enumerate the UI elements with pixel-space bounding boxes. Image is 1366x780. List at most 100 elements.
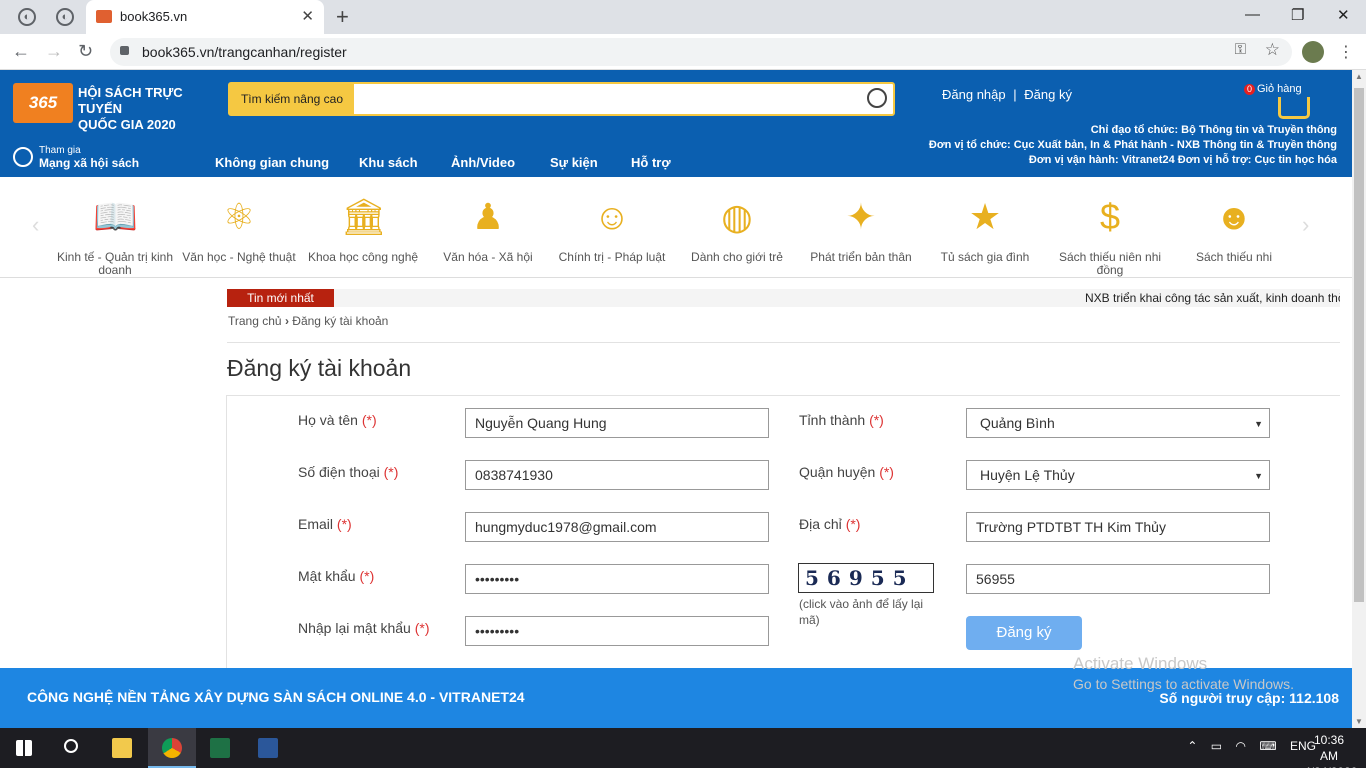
address-label: Địa chỉ (*) bbox=[799, 516, 861, 532]
category-culture[interactable]: ♟ Văn hóa - Xã hội bbox=[426, 195, 550, 264]
star-icon: ★ bbox=[968, 196, 1002, 237]
close-window-icon[interactable]: ✕ bbox=[1337, 6, 1350, 24]
globe-book-icon: ◍ bbox=[721, 196, 753, 237]
carousel-next-icon[interactable]: › bbox=[1302, 212, 1309, 238]
login-link[interactable]: Đăng nhập bbox=[942, 87, 1006, 102]
chevron-up-icon[interactable]: ⌃ bbox=[1187, 739, 1197, 753]
activate-windows-watermark: Activate Windows Go to Settings to activ… bbox=[1073, 654, 1294, 694]
close-tab-icon[interactable]: ✕ bbox=[301, 7, 314, 25]
scroll-thumb[interactable] bbox=[1354, 88, 1364, 602]
fullname-label: Họ và tên (*) bbox=[298, 412, 377, 428]
globe-icon bbox=[13, 147, 33, 167]
start-button[interactable] bbox=[0, 728, 48, 768]
captcha-input[interactable]: 56955 bbox=[966, 564, 1270, 594]
scroll-up-icon[interactable]: ▲ bbox=[1355, 72, 1363, 81]
confirm-password-input[interactable]: ••••••••• bbox=[465, 616, 769, 646]
category-family[interactable]: ★ Tủ sách gia đình bbox=[923, 195, 1047, 264]
key-icon[interactable]: ⚿ bbox=[1235, 41, 1246, 58]
browser-tab-bar: ◐ ◐ book365.vn ✕ + — ❐ ✕ bbox=[0, 0, 1366, 34]
new-tab-button[interactable]: + bbox=[336, 4, 349, 30]
footer-text: CÔNG NGHỆ NỀN TẢNG XÂY DỰNG SÀN SÁCH ONL… bbox=[27, 689, 525, 705]
taskbar-clock[interactable]: 10:36 AM 4/24/2020 bbox=[1304, 732, 1358, 780]
windows-logo-icon bbox=[16, 740, 32, 756]
chrome-taskbar-button[interactable] bbox=[148, 728, 196, 768]
org-line: Đơn vị vận hành: Vitranet24 Đơn vị hỗ tr… bbox=[1028, 154, 1337, 166]
book-favicon-icon bbox=[96, 10, 112, 23]
url-input[interactable]: book365.vn/trangcanhan/register ⚿ ☆ bbox=[110, 38, 1292, 66]
category-science[interactable]: 🏛 Khoa học công nghệ bbox=[301, 195, 425, 264]
register-link[interactable]: Đăng ký bbox=[1024, 87, 1072, 102]
bookmark-star-icon[interactable]: ☆ bbox=[1265, 40, 1280, 60]
register-submit-button[interactable]: Đăng ký bbox=[966, 616, 1082, 650]
browser-tab[interactable]: book365.vn ✕ bbox=[86, 0, 324, 34]
category-politics[interactable]: ☺ Chính trị - Pháp luật bbox=[550, 195, 674, 264]
breadcrumb-home[interactable]: Trang chủ bbox=[228, 314, 282, 328]
password-label: Mật khẩu (*) bbox=[298, 568, 375, 584]
file-explorer-button[interactable] bbox=[98, 728, 146, 768]
cart-button[interactable]: 0 Giỏ hàng bbox=[1244, 83, 1310, 119]
word-taskbar-button[interactable] bbox=[244, 728, 292, 768]
advanced-search-button[interactable]: Tìm kiếm nâng cao bbox=[230, 84, 354, 114]
category-teen[interactable]: $ Sách thiếu niên nhi đồng bbox=[1048, 195, 1172, 277]
globe-icon[interactable]: ◐ bbox=[18, 8, 36, 26]
category-label: Sách thiếu nhi bbox=[1195, 250, 1273, 264]
globe-icon[interactable]: ◐ bbox=[56, 8, 74, 26]
mask-icon: ☻ bbox=[1215, 196, 1253, 237]
cart-label: Giỏ hàng bbox=[1257, 83, 1302, 95]
district-select[interactable]: Huyện Lệ Thủy ▼ bbox=[966, 460, 1270, 490]
carousel-prev-icon[interactable]: ‹ bbox=[32, 212, 39, 238]
nav-item-book-zone[interactable]: Khu sách bbox=[359, 155, 418, 170]
category-youth[interactable]: ◍ Dành cho giới trẻ bbox=[675, 195, 799, 264]
ticker-news-link[interactable]: NXB triển khai công tác sản xuất, kinh d… bbox=[1085, 291, 1340, 305]
scroll-down-icon[interactable]: ▼ bbox=[1355, 717, 1363, 726]
nav-item-support[interactable]: Hỗ trợ bbox=[631, 155, 671, 170]
person-icon: ☺ bbox=[593, 196, 631, 237]
province-select[interactable]: Quảng Bình ▼ bbox=[966, 408, 1270, 438]
nav-item-common-space[interactable]: Không gian chung bbox=[215, 155, 329, 170]
password-input[interactable]: ••••••••• bbox=[465, 564, 769, 594]
fullname-input[interactable]: Nguyễn Quang Hung bbox=[465, 408, 769, 438]
category-literature[interactable]: ⚛ Văn học - Nghệ thuật bbox=[177, 195, 301, 264]
brand-line-1: HỘI SÁCH TRỰC TUYẾN bbox=[78, 85, 183, 116]
profile-avatar[interactable] bbox=[1302, 41, 1324, 63]
reload-icon[interactable]: ↻ bbox=[78, 41, 93, 62]
kebab-menu-icon[interactable]: ⋮ bbox=[1338, 42, 1354, 62]
email-input[interactable]: hungmyduc1978@gmail.com bbox=[465, 512, 769, 542]
maximize-icon[interactable]: ❐ bbox=[1291, 6, 1304, 24]
address-input[interactable]: Trường PTDTBT TH Kim Thủy bbox=[966, 512, 1270, 542]
nav-item-photo-video[interactable]: Ảnh/Video bbox=[451, 155, 515, 170]
atom-icon: ⚛ bbox=[222, 196, 256, 237]
cart-count-badge: 0 bbox=[1244, 84, 1255, 95]
news-ticker: Tin mới nhất NXB triển khai công tác sản… bbox=[227, 289, 1340, 307]
search-input[interactable] bbox=[356, 84, 856, 114]
forward-arrow-icon[interactable]: → bbox=[45, 41, 63, 62]
captcha-image[interactable]: 56955 bbox=[798, 563, 934, 593]
money-hand-icon: $ bbox=[1099, 196, 1121, 237]
search-box: Tìm kiếm nâng cao bbox=[228, 82, 895, 116]
back-arrow-icon[interactable]: ← bbox=[12, 41, 30, 62]
wifi-icon[interactable]: ◠ bbox=[1235, 739, 1245, 753]
auth-links: Đăng nhập | Đăng ký bbox=[942, 87, 1072, 102]
minimize-icon[interactable]: — bbox=[1245, 6, 1260, 23]
search-icon[interactable] bbox=[867, 88, 887, 108]
book365-logo[interactable]: 365 bbox=[13, 83, 73, 123]
page-scrollbar[interactable]: ▲ ▼ bbox=[1352, 70, 1366, 728]
category-economics[interactable]: 📖 Kinh tế - Quản trị kinh doanh bbox=[53, 195, 177, 277]
battery-icon[interactable]: ▭ bbox=[1211, 739, 1222, 753]
category-label: Tủ sách gia đình bbox=[940, 250, 1030, 264]
brand-title: HỘI SÁCH TRỰC TUYẾN QUỐC GIA 2020 bbox=[78, 85, 228, 133]
phone-input[interactable]: 0838741930 bbox=[465, 460, 769, 490]
category-self-development[interactable]: ✦ Phát triển bản thân bbox=[799, 195, 923, 264]
org-line: Đơn vị tổ chức: Cục Xuất bản, In & Phát … bbox=[928, 139, 1337, 151]
clock-date: 4/24/2020 bbox=[1304, 765, 1358, 779]
keyboard-icon[interactable]: ⌨ bbox=[1259, 739, 1276, 753]
nav-item-events[interactable]: Sự kiện bbox=[550, 155, 598, 170]
system-tray: ⌃ ▭ ◠ ⌨ ENG bbox=[1187, 739, 1316, 753]
brand-line-2: QUỐC GIA 2020 bbox=[78, 117, 176, 132]
excel-taskbar-button[interactable] bbox=[196, 728, 244, 768]
category-children[interactable]: ☻ Sách thiếu nhi bbox=[1172, 195, 1296, 264]
category-label: Phát triển bản thân bbox=[810, 250, 912, 264]
lock-icon bbox=[120, 46, 129, 55]
search-taskbar-button[interactable] bbox=[48, 728, 96, 768]
breadcrumb: Trang chủ › Đăng ký tài khoản bbox=[228, 314, 388, 328]
